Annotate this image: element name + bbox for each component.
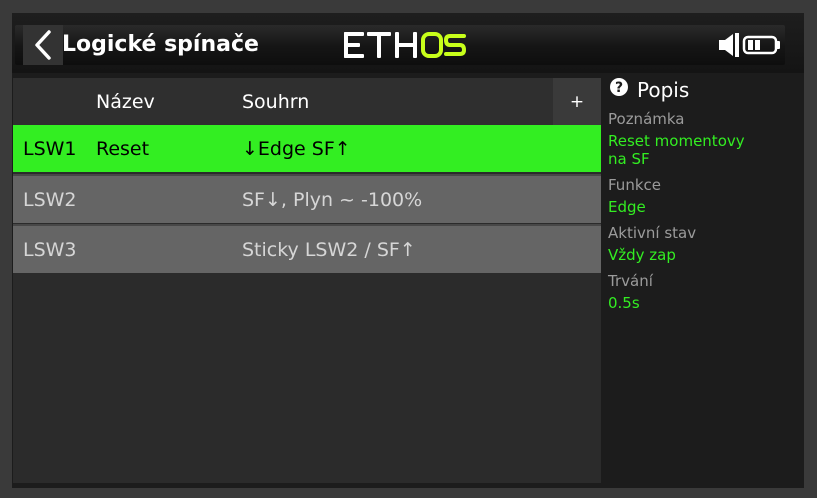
- note-label: Poznámka: [608, 110, 685, 128]
- row-name: Reset: [96, 138, 150, 160]
- note-value: Reset momentovy na SF: [608, 132, 745, 168]
- duration-value: 0.5s: [608, 294, 640, 312]
- column-summary: Souhrn: [242, 91, 310, 113]
- table-header: Název Souhrn +: [13, 78, 601, 125]
- row-id: LSW3: [23, 239, 77, 261]
- row-summary: ↓Edge SF↑: [242, 138, 351, 160]
- active-state-label: Aktivní stav: [608, 224, 697, 242]
- function-label: Funkce: [608, 176, 661, 194]
- screen: Logické spínače Název Souhrn + LSW1 Rese…: [12, 13, 804, 488]
- note-value-line2: na SF: [608, 150, 650, 168]
- svg-text:?: ?: [615, 80, 623, 96]
- status-icons: [718, 31, 784, 63]
- table-row[interactable]: LSW3 Sticky LSW2 / SF↑: [13, 224, 601, 273]
- ethos-logo: [344, 32, 466, 58]
- row-summary: SF↓, Plyn ~ -100%: [242, 189, 423, 211]
- table-row[interactable]: LSW2 SF↓, Plyn ~ -100%: [13, 174, 601, 223]
- top-bar: Logické spínače: [12, 13, 804, 73]
- column-name: Název: [96, 91, 155, 113]
- panel-title: Popis: [637, 78, 690, 102]
- add-button[interactable]: +: [553, 78, 601, 125]
- row-id: LSW1: [23, 138, 77, 160]
- back-chevron-icon: [35, 30, 51, 60]
- duration-label: Trvání: [608, 272, 653, 290]
- logical-switches-table: Název Souhrn + LSW1 Reset ↓Edge SF↑ LSW2…: [13, 78, 601, 483]
- speaker-icon: [719, 33, 739, 57]
- row-id: LSW2: [23, 189, 77, 211]
- speaker-battery-icons: [719, 33, 780, 57]
- row-summary: Sticky LSW2 / SF↑: [242, 239, 416, 261]
- active-state-value: Vždy zap: [608, 246, 676, 264]
- table-row[interactable]: LSW1 Reset ↓Edge SF↑: [13, 125, 601, 172]
- battery-icon: [742, 35, 780, 55]
- note-value-line1: Reset momentovy: [608, 132, 745, 150]
- help-icon: ?: [610, 78, 628, 96]
- back-button[interactable]: [23, 25, 63, 65]
- page-title: Logické spínače: [62, 32, 259, 57]
- function-value: Edge: [608, 198, 646, 216]
